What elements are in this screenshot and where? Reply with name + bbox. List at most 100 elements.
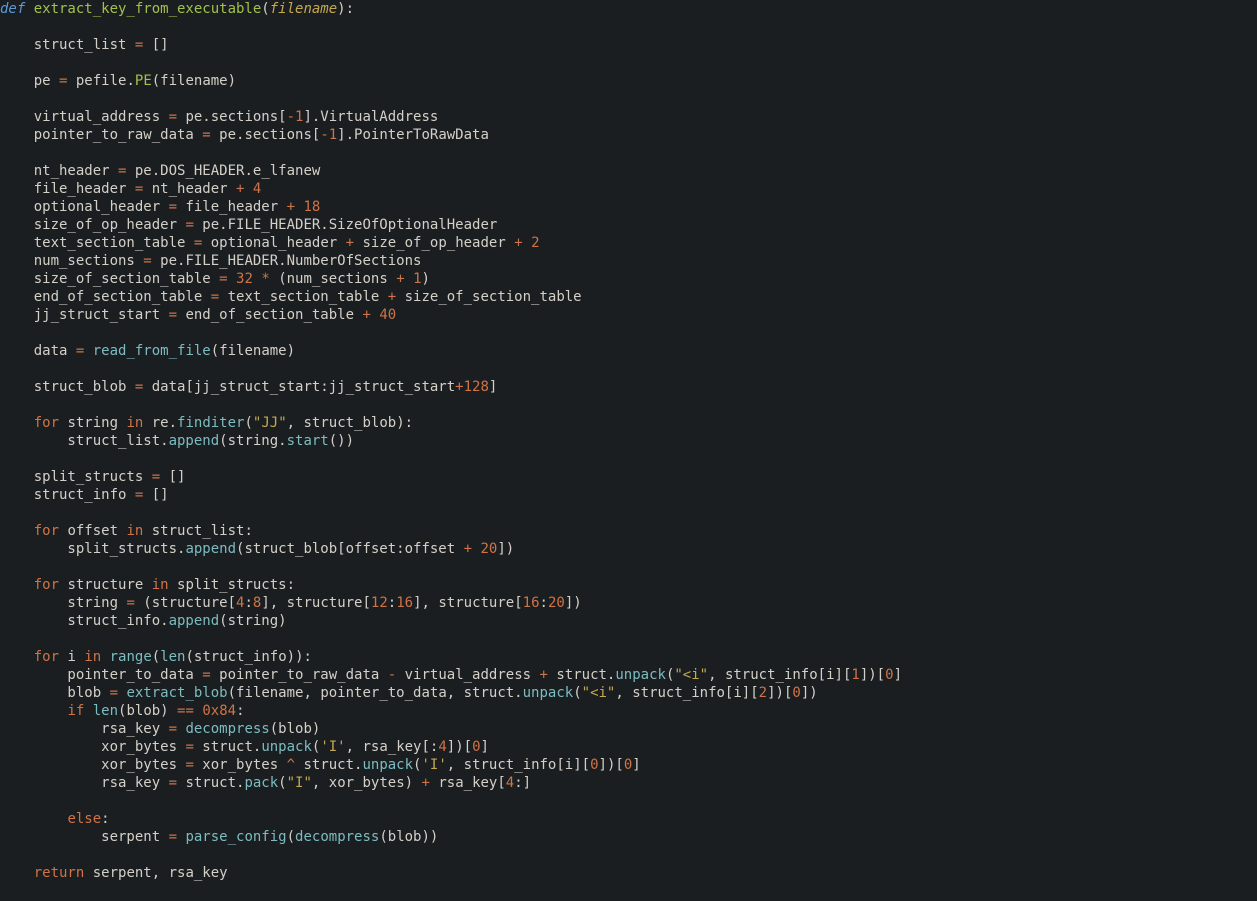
code-token: structure <box>59 577 152 593</box>
code-token: pe.FILE_HEADER.NumberOfSections <box>152 253 422 269</box>
code-token: virtual_address <box>396 667 539 683</box>
code-token: + <box>464 541 472 557</box>
code-token <box>0 703 67 719</box>
code-token: = <box>185 739 193 755</box>
code-token: ])[ <box>599 757 624 773</box>
code-line: rsa_key = struct.pack("I", xor_bytes) + … <box>0 775 531 791</box>
code-token: split_structs. <box>0 541 185 557</box>
code-token: finditer <box>177 415 244 431</box>
code-token: num_sections <box>0 253 143 269</box>
code-token: ] <box>632 757 640 773</box>
code-token: ( <box>152 649 160 665</box>
code-token: struct. <box>194 739 261 755</box>
code-line: for offset in struct_list: <box>0 523 253 539</box>
code-token: nt_header <box>143 181 236 197</box>
code-line: struct_list = [] <box>0 37 169 53</box>
code-token: 0 <box>472 739 480 755</box>
code-token: pointer_to_raw_data <box>211 667 388 683</box>
code-line: rsa_key = decompress(blob) <box>0 721 320 737</box>
code-token: ( <box>278 775 286 791</box>
code-token: , struct_info[i][ <box>447 757 590 773</box>
code-token: ) <box>422 271 430 287</box>
code-token: split_structs: <box>169 577 295 593</box>
code-token: in <box>152 577 169 593</box>
code-token: (struct_info)): <box>186 649 312 665</box>
code-token: 32 <box>236 271 253 287</box>
code-token: len <box>160 649 185 665</box>
code-token <box>0 811 67 827</box>
code-line: if len(blob) == 0x84: <box>0 703 245 719</box>
code-line: struct_list.append(string.start()) <box>0 433 354 449</box>
code-token: struct_info <box>0 487 135 503</box>
code-line: struct_blob = data[jj_struct_start:jj_st… <box>0 379 497 395</box>
code-token: rsa_key <box>0 775 169 791</box>
code-token: 2 <box>531 235 539 251</box>
code-token: append <box>185 541 236 557</box>
code-token <box>244 181 252 197</box>
code-token <box>523 235 531 251</box>
code-token: ], structure[ <box>413 595 523 611</box>
code-token <box>84 343 92 359</box>
code-token: xor_bytes <box>194 757 287 773</box>
code-token: append <box>169 613 220 629</box>
code-token: in <box>84 649 101 665</box>
code-token: 0 <box>590 757 598 773</box>
code-token <box>0 415 34 431</box>
code-token: 4 <box>438 739 446 755</box>
code-token: len <box>93 703 118 719</box>
code-token: for <box>34 523 59 539</box>
code-token: , rsa_key[: <box>346 739 439 755</box>
code-token: , struct_info[i][ <box>708 667 851 683</box>
code-token: string <box>59 415 126 431</box>
code-token: xor_bytes <box>0 739 185 755</box>
code-line: return serpent, rsa_key <box>0 865 228 881</box>
code-token: 20 <box>480 541 497 557</box>
code-token: struct_blob <box>0 379 135 395</box>
code-token: = <box>169 109 177 125</box>
code-line: for string in re.finditer("JJ", struct_b… <box>0 415 413 431</box>
code-token: 'I' <box>421 757 446 773</box>
code-token: = <box>185 757 193 773</box>
code-token: ])[ <box>447 739 472 755</box>
code-token <box>0 865 34 881</box>
code-token <box>101 649 109 665</box>
code-token: + <box>346 235 354 251</box>
code-token: : <box>236 703 244 719</box>
code-line: data = read_from_file(filename) <box>0 343 295 359</box>
code-token: pointer_to_data <box>0 667 202 683</box>
code-token: offset <box>59 523 126 539</box>
code-token: ( <box>287 829 295 845</box>
code-token: 'I' <box>320 739 345 755</box>
code-token: (blob) <box>270 721 321 737</box>
code-token: size_of_op_header <box>0 217 185 233</box>
code-token <box>84 703 92 719</box>
code-token: struct_list: <box>143 523 253 539</box>
code-token: struct. <box>295 757 362 773</box>
code-token: append <box>169 433 220 449</box>
code-line: xor_bytes = xor_bytes ^ struct.unpack('I… <box>0 757 641 773</box>
code-token <box>228 271 236 287</box>
code-token: 2 <box>759 685 767 701</box>
code-token: 16 <box>523 595 540 611</box>
code-token: [] <box>143 37 168 53</box>
code-token: unpack <box>523 685 574 701</box>
code-line: file_header = nt_header + 4 <box>0 181 261 197</box>
code-token: -1 <box>287 109 304 125</box>
code-token: unpack <box>362 757 413 773</box>
code-token: struct_list <box>0 37 135 53</box>
code-token: -1 <box>320 127 337 143</box>
code-token: + <box>287 199 295 215</box>
code-token: optional_header <box>0 199 169 215</box>
code-token: in <box>126 415 143 431</box>
code-line: pointer_to_data = pointer_to_raw_data - … <box>0 667 902 683</box>
code-token: read_from_file <box>93 343 211 359</box>
code-token: unpack <box>615 667 666 683</box>
code-token: in <box>126 523 143 539</box>
code-token: xor_bytes <box>0 757 185 773</box>
code-line: struct_info.append(string) <box>0 613 287 629</box>
code-token: return <box>34 865 85 881</box>
code-token: pointer_to_raw_data <box>0 127 202 143</box>
code-token: [] <box>160 469 185 485</box>
code-token <box>0 523 34 539</box>
code-token: ], structure[ <box>261 595 371 611</box>
